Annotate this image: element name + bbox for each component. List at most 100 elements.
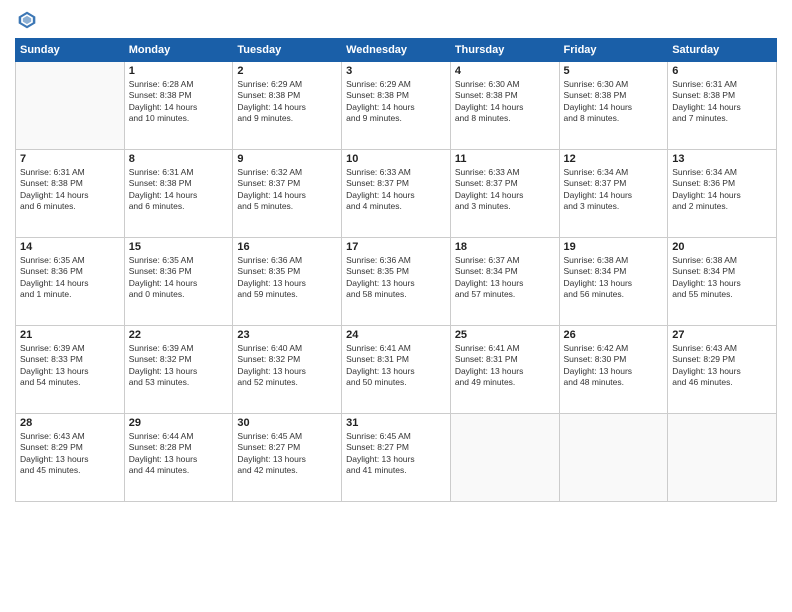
day-number: 24 [346, 329, 446, 341]
calendar-week-row: 7 Sunrise: 6:31 AM Sunset: 8:38 PM Daylig… [16, 150, 777, 238]
day-number: 11 [455, 153, 555, 165]
calendar-table: SundayMondayTuesdayWednesdayThursdayFrid… [15, 38, 777, 502]
calendar-cell: 25 Sunrise: 6:41 AM Sunset: 8:31 PM Dayli… [450, 326, 559, 414]
calendar-cell [450, 414, 559, 502]
day-number: 13 [672, 153, 772, 165]
day-info: Sunrise: 6:40 AM Sunset: 8:32 PM Dayligh… [237, 343, 337, 389]
day-info: Sunrise: 6:35 AM Sunset: 8:36 PM Dayligh… [20, 255, 120, 301]
day-info: Sunrise: 6:31 AM Sunset: 8:38 PM Dayligh… [129, 167, 229, 213]
calendar-cell: 23Sunrise: 6:40 AM Sunset: 8:32 PM Dayli… [233, 326, 342, 414]
calendar-cell: 16 Sunrise: 6:36 AM Sunset: 8:35 PM Dayli… [233, 238, 342, 326]
day-number: 6 [672, 65, 772, 77]
day-number: 22 [129, 329, 229, 341]
calendar-cell: 8 Sunrise: 6:31 AM Sunset: 8:38 PM Daylig… [124, 150, 233, 238]
day-info: Sunrise: 6:29 AM Sunset: 8:38 PM Dayligh… [346, 79, 446, 125]
calendar-cell: 13 Sunrise: 6:34 AM Sunset: 8:36 PM Dayli… [668, 150, 777, 238]
day-info: Sunrise: 6:41 AM Sunset: 8:31 PM Dayligh… [455, 343, 555, 389]
day-number: 8 [129, 153, 229, 165]
calendar-cell: 6 Sunrise: 6:31 AM Sunset: 8:38 PM Daylig… [668, 62, 777, 150]
day-number: 25 [455, 329, 555, 341]
day-info: Sunrise: 6:45 AM Sunset: 8:27 PM Dayligh… [346, 431, 446, 477]
logo-icon [17, 10, 37, 30]
day-info: Sunrise: 6:28 AM Sunset: 8:38 PM Dayligh… [129, 79, 229, 125]
day-number: 15 [129, 241, 229, 253]
day-info: Sunrise: 6:36 AM Sunset: 8:35 PM Dayligh… [237, 255, 337, 301]
calendar-week-row: 21 Sunrise: 6:39 AM Sunset: 8:33 PM Dayli… [16, 326, 777, 414]
calendar-cell: 9 Sunrise: 6:32 AM Sunset: 8:37 PM Daylig… [233, 150, 342, 238]
calendar-cell [668, 414, 777, 502]
weekday-header-wednesday: Wednesday [342, 39, 451, 62]
calendar-cell: 2 Sunrise: 6:29 AM Sunset: 8:38 PM Daylig… [233, 62, 342, 150]
day-info: Sunrise: 6:43 AM Sunset: 8:29 PM Dayligh… [672, 343, 772, 389]
day-number: 30 [237, 417, 337, 429]
weekday-header-tuesday: Tuesday [233, 39, 342, 62]
day-number: 4 [455, 65, 555, 77]
calendar-cell: 5 Sunrise: 6:30 AM Sunset: 8:38 PM Daylig… [559, 62, 668, 150]
calendar-cell: 10 Sunrise: 6:33 AM Sunset: 8:37 PM Dayli… [342, 150, 451, 238]
calendar-cell: 22 Sunrise: 6:39 AM Sunset: 8:32 PM Dayli… [124, 326, 233, 414]
calendar-cell [559, 414, 668, 502]
calendar-cell: 19 Sunrise: 6:38 AM Sunset: 8:34 PM Dayli… [559, 238, 668, 326]
day-number: 14 [20, 241, 120, 253]
weekday-header-saturday: Saturday [668, 39, 777, 62]
day-number: 18 [455, 241, 555, 253]
day-info: Sunrise: 6:39 AM Sunset: 8:32 PM Dayligh… [129, 343, 229, 389]
day-info: Sunrise: 6:38 AM Sunset: 8:34 PM Dayligh… [672, 255, 772, 301]
weekday-header-friday: Friday [559, 39, 668, 62]
day-number: 28 [20, 417, 120, 429]
calendar-week-row: 1 Sunrise: 6:28 AM Sunset: 8:38 PM Daylig… [16, 62, 777, 150]
calendar-cell: 31Sunrise: 6:45 AM Sunset: 8:27 PM Dayli… [342, 414, 451, 502]
day-info: Sunrise: 6:41 AM Sunset: 8:31 PM Dayligh… [346, 343, 446, 389]
day-info: Sunrise: 6:43 AM Sunset: 8:29 PM Dayligh… [20, 431, 120, 477]
day-number: 16 [237, 241, 337, 253]
weekday-row: SundayMondayTuesdayWednesdayThursdayFrid… [16, 39, 777, 62]
calendar-cell: 7 Sunrise: 6:31 AM Sunset: 8:38 PM Daylig… [16, 150, 125, 238]
day-number: 10 [346, 153, 446, 165]
day-info: Sunrise: 6:29 AM Sunset: 8:38 PM Dayligh… [237, 79, 337, 125]
day-info: Sunrise: 6:39 AM Sunset: 8:33 PM Dayligh… [20, 343, 120, 389]
day-info: Sunrise: 6:31 AM Sunset: 8:38 PM Dayligh… [20, 167, 120, 213]
calendar-cell: 4 Sunrise: 6:30 AM Sunset: 8:38 PM Daylig… [450, 62, 559, 150]
day-number: 12 [564, 153, 664, 165]
day-info: Sunrise: 6:45 AM Sunset: 8:27 PM Dayligh… [237, 431, 337, 477]
day-info: Sunrise: 6:32 AM Sunset: 8:37 PM Dayligh… [237, 167, 337, 213]
calendar-cell: 21 Sunrise: 6:39 AM Sunset: 8:33 PM Dayli… [16, 326, 125, 414]
calendar-cell: 17Sunrise: 6:36 AM Sunset: 8:35 PM Dayli… [342, 238, 451, 326]
day-number: 20 [672, 241, 772, 253]
day-info: Sunrise: 6:35 AM Sunset: 8:36 PM Dayligh… [129, 255, 229, 301]
day-number: 26 [564, 329, 664, 341]
day-number: 9 [237, 153, 337, 165]
calendar-cell: 18 Sunrise: 6:37 AM Sunset: 8:34 PM Dayli… [450, 238, 559, 326]
day-number: 1 [129, 65, 229, 77]
weekday-header-thursday: Thursday [450, 39, 559, 62]
calendar-cell: 14 Sunrise: 6:35 AM Sunset: 8:36 PM Dayli… [16, 238, 125, 326]
day-number: 5 [564, 65, 664, 77]
day-info: Sunrise: 6:33 AM Sunset: 8:37 PM Dayligh… [346, 167, 446, 213]
day-info: Sunrise: 6:30 AM Sunset: 8:38 PM Dayligh… [564, 79, 664, 125]
day-number: 21 [20, 329, 120, 341]
day-number: 29 [129, 417, 229, 429]
day-info: Sunrise: 6:34 AM Sunset: 8:37 PM Dayligh… [564, 167, 664, 213]
day-info: Sunrise: 6:31 AM Sunset: 8:38 PM Dayligh… [672, 79, 772, 125]
calendar-cell: 3Sunrise: 6:29 AM Sunset: 8:38 PM Daylig… [342, 62, 451, 150]
weekday-header-sunday: Sunday [16, 39, 125, 62]
day-info: Sunrise: 6:38 AM Sunset: 8:34 PM Dayligh… [564, 255, 664, 301]
day-info: Sunrise: 6:44 AM Sunset: 8:28 PM Dayligh… [129, 431, 229, 477]
day-number: 7 [20, 153, 120, 165]
day-info: Sunrise: 6:30 AM Sunset: 8:38 PM Dayligh… [455, 79, 555, 125]
day-number: 27 [672, 329, 772, 341]
day-info: Sunrise: 6:37 AM Sunset: 8:34 PM Dayligh… [455, 255, 555, 301]
calendar-cell: 15 Sunrise: 6:35 AM Sunset: 8:36 PM Dayli… [124, 238, 233, 326]
calendar-cell: 26Sunrise: 6:42 AM Sunset: 8:30 PM Dayli… [559, 326, 668, 414]
day-number: 2 [237, 65, 337, 77]
day-info: Sunrise: 6:33 AM Sunset: 8:37 PM Dayligh… [455, 167, 555, 213]
calendar-cell: 20 Sunrise: 6:38 AM Sunset: 8:34 PM Dayli… [668, 238, 777, 326]
calendar-header: SundayMondayTuesdayWednesdayThursdayFrid… [16, 39, 777, 62]
logo [15, 10, 37, 30]
page: SundayMondayTuesdayWednesdayThursdayFrid… [0, 0, 792, 612]
calendar-cell: 27 Sunrise: 6:43 AM Sunset: 8:29 PM Dayli… [668, 326, 777, 414]
day-info: Sunrise: 6:36 AM Sunset: 8:35 PM Dayligh… [346, 255, 446, 301]
day-info: Sunrise: 6:34 AM Sunset: 8:36 PM Dayligh… [672, 167, 772, 213]
weekday-header-monday: Monday [124, 39, 233, 62]
day-number: 19 [564, 241, 664, 253]
